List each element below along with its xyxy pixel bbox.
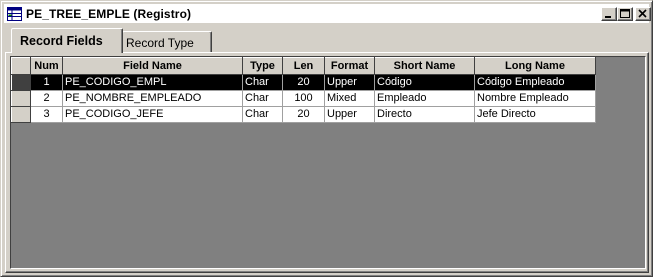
cell-num: 3 bbox=[30, 106, 63, 123]
cell-format: Upper bbox=[324, 74, 375, 91]
fields-table: Num Field Name Type Len Format Short Nam… bbox=[11, 57, 596, 123]
row-indicator-header[interactable] bbox=[11, 57, 31, 75]
cell-format: Mixed bbox=[324, 90, 375, 107]
record-fields-grid[interactable]: Num Field Name Type Len Format Short Nam… bbox=[10, 56, 646, 269]
table-row[interactable]: 3 PE_CODIGO_JEFE Char 20 Upper Directo J… bbox=[11, 106, 596, 123]
tab-record-type[interactable]: Record Type bbox=[122, 31, 212, 53]
cell-len: 20 bbox=[282, 74, 325, 91]
tab-record-fields-label: Record Fields bbox=[20, 34, 103, 48]
maximize-button[interactable] bbox=[617, 7, 633, 21]
row-indicator[interactable] bbox=[11, 90, 31, 107]
minimize-icon bbox=[605, 16, 611, 18]
cell-short-name: Código bbox=[374, 74, 475, 91]
column-header-len[interactable]: Len bbox=[282, 57, 325, 75]
cell-field-name: PE_CODIGO_EMPL bbox=[62, 74, 243, 91]
cell-field-name: PE_CODIGO_JEFE bbox=[62, 106, 243, 123]
close-icon bbox=[638, 9, 647, 18]
cell-short-name: Directo bbox=[374, 106, 475, 123]
row-indicator[interactable] bbox=[11, 106, 31, 123]
window-title: PE_TREE_EMPLE (Registro) bbox=[26, 7, 192, 21]
tab-record-fields[interactable]: Record Fields bbox=[11, 28, 123, 53]
cell-short-name: Empleado bbox=[374, 90, 475, 107]
column-header-field-name[interactable]: Field Name bbox=[62, 57, 243, 75]
row-indicator[interactable] bbox=[11, 74, 31, 91]
cell-num: 2 bbox=[30, 90, 63, 107]
cell-len: 100 bbox=[282, 90, 325, 107]
cell-type: Char bbox=[242, 74, 283, 91]
cell-field-name: PE_NOMBRE_EMPLEADO bbox=[62, 90, 243, 107]
table-row[interactable]: 2 PE_NOMBRE_EMPLEADO Char 100 Mixed Empl… bbox=[11, 90, 596, 107]
cell-type: Char bbox=[242, 106, 283, 123]
column-header-format[interactable]: Format bbox=[324, 57, 375, 75]
column-header-num[interactable]: Num bbox=[30, 57, 63, 75]
cell-long-name: Código Empleado bbox=[474, 74, 596, 91]
column-header-long-name[interactable]: Long Name bbox=[474, 57, 596, 75]
cell-len: 20 bbox=[282, 106, 325, 123]
column-header-type[interactable]: Type bbox=[242, 57, 283, 75]
record-grid-icon bbox=[7, 7, 22, 21]
maximize-icon bbox=[620, 9, 630, 18]
cell-format: Upper bbox=[324, 106, 375, 123]
column-header-short-name[interactable]: Short Name bbox=[374, 57, 475, 75]
cell-long-name: Nombre Empleado bbox=[474, 90, 596, 107]
record-window: PE_TREE_EMPLE (Registro) Record Fields R… bbox=[0, 0, 653, 277]
table-header-row: Num Field Name Type Len Format Short Nam… bbox=[11, 57, 596, 75]
close-button[interactable] bbox=[635, 7, 651, 21]
cell-long-name: Jefe Directo bbox=[474, 106, 596, 123]
title-bar[interactable]: PE_TREE_EMPLE (Registro) bbox=[4, 4, 651, 24]
cell-num: 1 bbox=[30, 74, 63, 91]
minimize-button[interactable] bbox=[601, 7, 617, 21]
cell-type: Char bbox=[242, 90, 283, 107]
tab-record-type-label: Record Type bbox=[126, 36, 194, 50]
table-row[interactable]: 1 PE_CODIGO_EMPL Char 20 Upper Código Có… bbox=[11, 74, 596, 91]
